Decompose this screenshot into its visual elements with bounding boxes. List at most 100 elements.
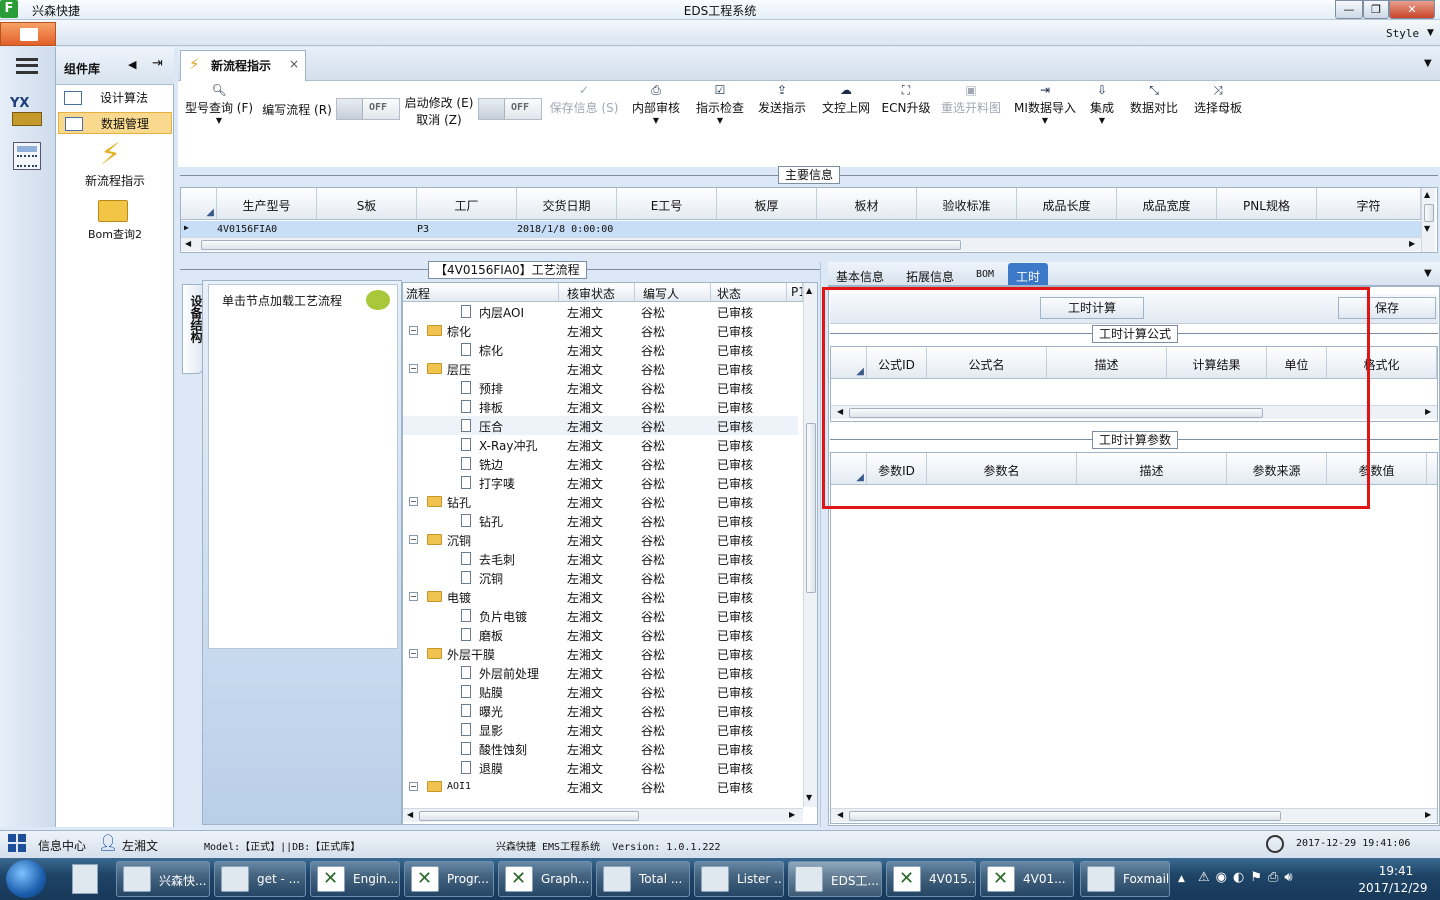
column-header[interactable]: 编写人 <box>635 283 711 301</box>
tree-row[interactable]: 排板 左湘文 谷松 已审核 <box>403 397 798 416</box>
save-info-button[interactable]: ✓ 保存信息 (S) <box>548 83 620 116</box>
tree-row[interactable]: 打字唛 左湘文 谷松 已审核 <box>403 473 798 492</box>
tree-row[interactable]: − 沉铜 左湘文 谷松 已审核 <box>403 530 798 549</box>
tree-row[interactable]: 沉铜 左湘文 谷松 已审核 <box>403 568 798 587</box>
taskbar-item[interactable]: Foxmail <box>1080 861 1170 897</box>
tree-row[interactable]: 内层AOI 左湘文 谷松 已审核 <box>403 302 798 321</box>
tree-row[interactable]: − 层压 左湘文 谷松 已审核 <box>403 359 798 378</box>
tab-bom[interactable]: BOM <box>968 263 1002 285</box>
new-process-label[interactable]: 新流程指示 <box>56 172 174 189</box>
column-header[interactable]: 交货日期 <box>517 188 617 219</box>
tree-row[interactable]: 去毛刺 左湘文 谷松 已审核 <box>403 549 798 568</box>
column-header[interactable]: 验收标准 <box>917 188 1017 219</box>
tree-row[interactable]: − 外层干膜 左湘文 谷松 已审核 <box>403 644 798 663</box>
tree-row[interactable]: 预排 左湘文 谷松 已审核 <box>403 378 798 397</box>
tree-row[interactable]: 显影 左湘文 谷松 已审核 <box>403 720 798 739</box>
column-header[interactable]: 核审状态 <box>559 283 635 301</box>
tab-work-hours[interactable]: 工时 <box>1008 263 1049 285</box>
model-query-button[interactable]: 🔍︎ 型号查询 (F) ▼ <box>184 83 254 125</box>
write-process-toggle[interactable]: OFF <box>336 98 400 120</box>
system-tray[interactable]: ⚠◉◐⚑⎙🔊︎ <box>1198 870 1328 890</box>
main-info-vscroll[interactable]: ▲ ▼ <box>1421 188 1435 252</box>
param-hscroll[interactable]: ◀ ▶ <box>831 808 1437 822</box>
taskbar-item[interactable]: 4V015... <box>886 861 976 897</box>
taskbar-item[interactable]: Progr... <box>404 861 494 897</box>
lightning-icon[interactable]: ⚡ <box>100 137 121 172</box>
main-info-hscroll[interactable]: ◀ ▶ <box>181 237 1421 251</box>
pin-icon[interactable]: ⇥ <box>152 56 163 71</box>
data-compare-button[interactable]: ⤡ 数据对比 <box>1126 83 1182 116</box>
column-header[interactable]: 状态 <box>711 283 787 301</box>
process-tree-hscroll[interactable]: ◀ ▶ <box>403 808 803 822</box>
app-menu-button[interactable] <box>0 22 56 46</box>
style-dropdown-icon[interactable]: ▼ <box>1427 28 1434 38</box>
table-row[interactable]: ▶ 4V0156FIA0 P3 2018/1/8 0:00:00 <box>181 221 1421 237</box>
taskbar-item[interactable]: Graph... <box>498 861 592 897</box>
column-header[interactable]: S板 <box>317 188 417 219</box>
tree-row[interactable]: 负片电镀 左湘文 谷松 已审核 <box>403 606 798 625</box>
close-button[interactable]: ✕ <box>1389 0 1435 19</box>
column-header[interactable]: 板厚 <box>717 188 817 219</box>
column-header[interactable]: PNL规格 <box>1217 188 1317 219</box>
column-header[interactable]: 流程 <box>403 283 559 301</box>
collapse-left-icon[interactable]: ◀ <box>128 58 136 71</box>
taskbar-item[interactable]: EDS工... <box>788 861 882 897</box>
taskbar-item[interactable]: Engin... <box>310 861 400 897</box>
tree-row[interactable]: 酸性蚀刻 左湘文 谷松 已审核 <box>403 739 798 758</box>
column-header[interactable]: 成品宽度 <box>1117 188 1217 219</box>
tree-row[interactable]: 曝光 左湘文 谷松 已审核 <box>403 701 798 720</box>
taskbar-item[interactable]: 4V01... <box>980 861 1074 897</box>
tree-row[interactable]: − 棕化 左湘文 谷松 已审核 <box>403 321 798 340</box>
ecn-upgrade-button[interactable]: ⛶ ECN升级 <box>880 83 932 116</box>
tab-list-dropdown-icon[interactable]: ▼ <box>1424 58 1432 69</box>
select-motherboard-button[interactable]: ⤨ 选择母板 <box>1190 83 1246 116</box>
style-menu[interactable]: Style <box>1386 27 1419 40</box>
doc-control-online-button[interactable]: ☁ 文控上网 <box>818 83 874 116</box>
collapse-icon[interactable]: − <box>409 649 418 658</box>
yx-factory-icon[interactable]: YX <box>10 96 44 128</box>
tree-row[interactable]: 压合 左湘文 谷松 已审核 <box>403 416 798 435</box>
tree-row[interactable]: 磨板 左湘文 谷松 已审核 <box>403 625 798 644</box>
tree-row[interactable]: X-Ray冲孔 左湘文 谷松 已审核 <box>403 435 798 454</box>
calculator-taskbar-icon[interactable] <box>72 864 98 894</box>
start-modify-label[interactable]: 启动修改 (E) 取消 (Z) <box>404 94 474 128</box>
instruction-check-button[interactable]: ☑ 指示检查 ▼ <box>692 83 748 125</box>
process-tree-vscroll[interactable]: ▲ ▼ <box>803 283 817 807</box>
collapse-icon[interactable]: − <box>409 326 418 335</box>
taskbar-item[interactable]: Lister ... <box>694 861 784 897</box>
bom-query-label[interactable]: Bom查询2 <box>56 226 174 242</box>
column-header[interactable]: P1 <box>787 283 803 301</box>
calculator-icon[interactable] <box>13 142 41 170</box>
tab-basic-info[interactable]: 基本信息 <box>828 263 892 285</box>
column-header[interactable]: 板材 <box>817 188 917 219</box>
column-header[interactable]: 生产型号 <box>217 188 317 219</box>
tree-row[interactable]: 钻孔 左湘文 谷松 已审核 <box>403 511 798 530</box>
collapse-icon[interactable]: − <box>409 497 418 506</box>
tab-extended-info[interactable]: 拓展信息 <box>898 263 962 285</box>
taskbar-item[interactable]: 兴森快... <box>116 861 210 897</box>
tree-row[interactable]: 棕化 左湘文 谷松 已审核 <box>403 340 798 359</box>
component-item-data-management[interactable]: 数据管理 <box>58 112 172 134</box>
send-instruction-button[interactable]: ⇪ 发送指示 <box>754 83 810 116</box>
internal-review-button[interactable]: ⎙ 内部审核 ▼ <box>628 83 684 125</box>
taskbar-item[interactable]: Total ... <box>596 861 690 897</box>
start-button[interactable] <box>6 860 46 898</box>
hamburger-icon[interactable] <box>16 58 38 74</box>
tree-row[interactable]: 外层前处理 左湘文 谷松 已审核 <box>403 663 798 682</box>
tray-expand-icon[interactable]: ▲ <box>1178 874 1185 884</box>
collapse-icon[interactable]: − <box>409 592 418 601</box>
integrate-button[interactable]: ⇩ 集成 ▼ <box>1086 83 1118 125</box>
tab-list-dropdown-icon[interactable]: ▼ <box>1424 268 1432 279</box>
collapse-icon[interactable]: − <box>409 535 418 544</box>
collapse-icon[interactable]: − <box>409 364 418 373</box>
tree-row[interactable]: 退膜 左湘文 谷松 已审核 <box>403 758 798 777</box>
minimize-button[interactable]: — <box>1335 0 1363 19</box>
info-center-link[interactable]: 信息中心 <box>38 837 86 854</box>
column-header[interactable]: 字符 <box>1317 188 1421 219</box>
start-modify-toggle[interactable]: OFF <box>478 98 542 120</box>
mi-data-import-button[interactable]: ⇥ MI数据导入 ▼ <box>1010 83 1080 125</box>
column-header[interactable]: 工厂 <box>417 188 517 219</box>
tree-row[interactable]: − 电镀 左湘文 谷松 已审核 <box>403 587 798 606</box>
tree-row[interactable]: 贴膜 左湘文 谷松 已审核 <box>403 682 798 701</box>
collapse-icon[interactable]: − <box>409 782 418 791</box>
